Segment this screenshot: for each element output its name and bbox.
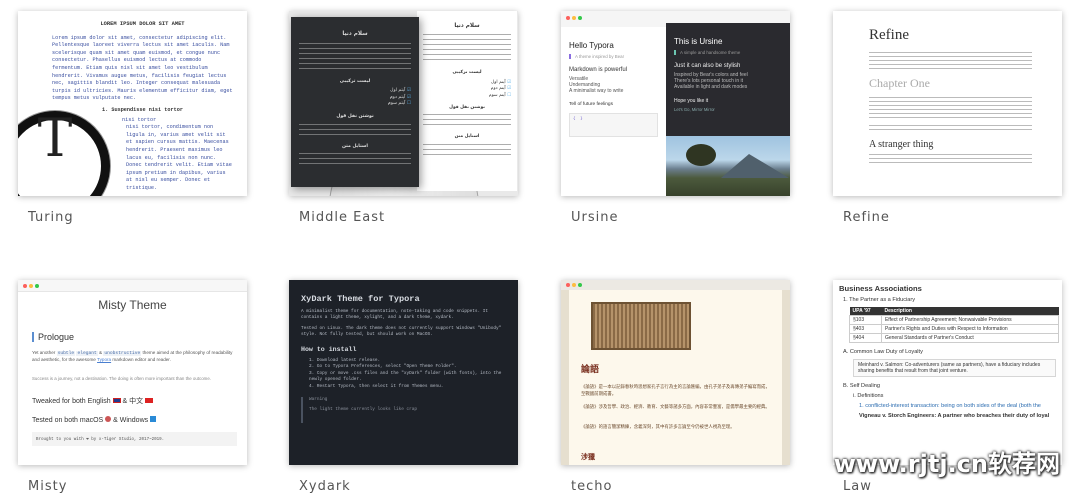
checkbox-icon: ☐ (507, 92, 511, 98)
theme-preview-middle-east[interactable]: سلام دنیا لیست ترکیبی ☑ آیتم اول ☑ آیتم … (289, 11, 518, 196)
minimize-dot-icon (29, 284, 33, 288)
window-titlebar (561, 280, 790, 290)
site-watermark: www.rjtj.cn软荐网 (833, 450, 1060, 478)
checkbox-icon: ☑ (507, 86, 511, 92)
checkbox-icon: ☑ (406, 88, 411, 94)
preview-light-window: سلام دنیا لیست ترکیبی ☑ آیتم اول ☑ آیتم … (417, 11, 517, 191)
code-block: { } (569, 113, 658, 137)
preview-heading: 1. Suspendisse nisi tortor (102, 106, 183, 113)
checkbox-icon: ☐ (406, 101, 411, 107)
theme-card-refine[interactable]: Refine Chapter One A stranger thing Refi… (833, 11, 1062, 225)
theme-name[interactable]: Refine (843, 210, 890, 225)
theme-preview-misty[interactable]: Misty Theme Prologue Yet another subtle … (18, 280, 247, 465)
preview-title: LOREM IPSUM DOLOR SIT AMET (100, 21, 185, 27)
theme-preview-xydark[interactable]: XyDark Theme for Typora A minimalist the… (289, 280, 518, 465)
checkbox-icon: ☑ (507, 79, 511, 85)
minimize-dot-icon (572, 16, 576, 20)
uk-flag-icon (112, 398, 121, 403)
theme-card-law[interactable]: Business Associations 1. The Partner as … (833, 280, 1062, 494)
theme-card-techo[interactable]: 論語 《論語》是一本以記錄春秋時思想家孔子言行為主的言論匯編，由孔子弟子及再傳弟… (561, 280, 790, 494)
theme-name[interactable]: Law (843, 479, 872, 494)
theme-preview-law[interactable]: Business Associations 1. The Partner as … (833, 280, 1062, 465)
theme-card-xydark[interactable]: XyDark Theme for Typora A minimalist the… (289, 280, 518, 494)
preview-paper: 論語 《論語》是一本以記錄春秋時思想家孔子言行為主的言論匯編，由孔子弟子及再傳弟… (569, 290, 782, 465)
close-dot-icon (566, 16, 570, 20)
preview-dark-pane: This is Ursine A simple and handsome the… (666, 23, 790, 196)
theme-preview-ursine[interactable]: Hello Typora A theme inspired by Bear Ma… (561, 11, 790, 196)
close-dot-icon (566, 283, 570, 287)
apple-icon (105, 416, 112, 422)
theme-name[interactable]: Turing (28, 210, 74, 225)
theme-name[interactable]: Misty (28, 479, 67, 494)
preview-light-pane: Hello Typora A theme inspired by Bear Ma… (561, 27, 666, 196)
minimize-dot-icon (572, 283, 576, 287)
close-dot-icon (23, 284, 27, 288)
landscape-photo (666, 136, 790, 196)
theme-preview-techo[interactable]: 論語 《論語》是一本以記錄春秋時思想家孔子言行為主的言論匯編，由孔子弟子及再傳弟… (561, 280, 790, 465)
theme-name[interactable]: Xydark (299, 479, 351, 494)
window-titlebar (18, 280, 247, 292)
windows-icon (150, 416, 157, 422)
theme-name[interactable]: Middle East (299, 210, 385, 225)
theme-name[interactable]: Ursine (571, 210, 618, 225)
theme-card-ursine[interactable]: Hello Typora A theme inspired by Bear Ma… (561, 11, 790, 225)
theme-preview-refine[interactable]: Refine Chapter One A stranger thing (833, 11, 1062, 196)
maximize-dot-icon (578, 16, 582, 20)
maximize-dot-icon (578, 283, 582, 287)
preview-paragraph: Lorem ipsum dolor sit amet, consectetur … (52, 34, 233, 102)
theme-preview-turing[interactable]: LOREM IPSUM DOLOR SIT AMET Lorem ipsum d… (18, 11, 247, 196)
china-flag-icon (145, 398, 154, 403)
theme-card-middle-east[interactable]: سلام دنیا لیست ترکیبی ☑ آیتم اول ☑ آیتم … (289, 11, 518, 225)
theme-name[interactable]: techo (571, 479, 612, 494)
theme-card-misty[interactable]: Misty Theme Prologue Yet another subtle … (18, 280, 247, 494)
law-table: UPA '97 Description §103 Effect of Partn… (849, 307, 1060, 343)
ancient-scroll-image (591, 302, 691, 350)
theme-card-turing[interactable]: LOREM IPSUM DOLOR SIT AMET Lorem ipsum d… (18, 11, 247, 225)
maximize-dot-icon (35, 284, 39, 288)
theme-gallery: LOREM IPSUM DOLOR SIT AMET Lorem ipsum d… (0, 0, 1080, 504)
preview-dark-window: سلام دنیا لیست ترکیبی ☑ آیتم اول ☑ آیتم … (291, 17, 419, 187)
checkbox-icon: ☑ (406, 94, 411, 100)
